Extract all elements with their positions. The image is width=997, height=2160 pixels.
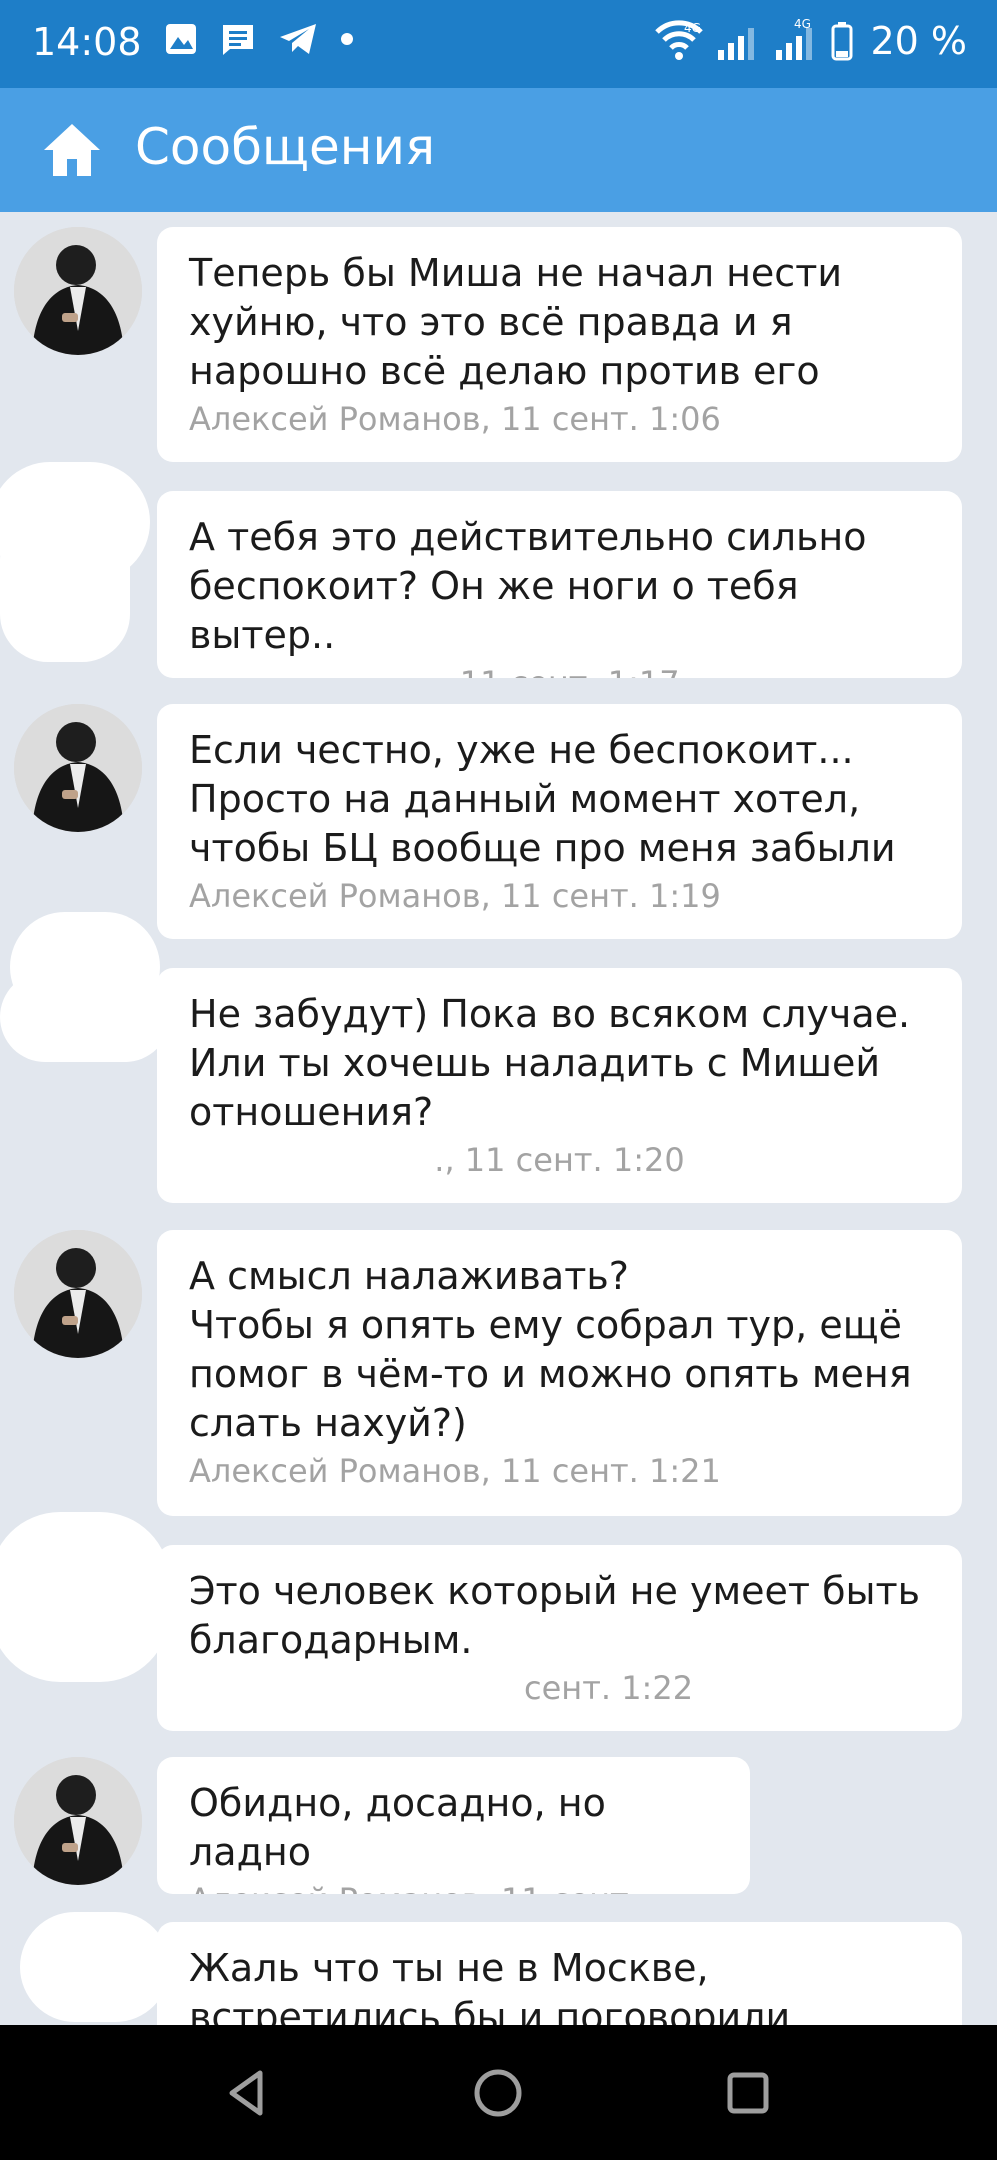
message-text: Это человек который не умеет быть благод… bbox=[189, 1569, 921, 1662]
message-bubble[interactable]: Обидно, досадно, но ладно Алексей Романо… bbox=[157, 1757, 750, 1894]
redaction bbox=[20, 1912, 170, 2022]
message-text: Обидно, досадно, но ладно bbox=[189, 1781, 606, 1874]
signal-icon: 4G bbox=[776, 18, 813, 60]
message-text: А тебя это действительно сильно беспокои… bbox=[189, 515, 867, 657]
avatar[interactable] bbox=[14, 704, 142, 832]
message-meta: Алексей Романов, 11 сент. 1:24 bbox=[189, 1881, 718, 1894]
message-meta: Алексей Романов, 11 сент. 1:19 bbox=[189, 877, 721, 915]
avatar[interactable] bbox=[14, 1230, 142, 1358]
status-bar: 14:08 4G 4G 20 % bbox=[0, 0, 997, 88]
message-bubble[interactable]: А смысл налаживать? Чтобы я опять ему со… bbox=[157, 1230, 962, 1516]
message-text: Теперь бы Миша не начал нести хуйню, что… bbox=[189, 251, 843, 393]
status-time: 14:08 bbox=[32, 20, 142, 64]
system-icons: 4G 4G 20 % bbox=[654, 18, 967, 64]
nav-bar bbox=[0, 2025, 997, 2160]
back-icon[interactable] bbox=[220, 2065, 276, 2121]
app-bar: Сообщения bbox=[0, 88, 997, 212]
message-text: Жаль что ты не в Москве, встретились бы … bbox=[189, 1946, 791, 2025]
message-meta: сент. 1:22 bbox=[524, 1669, 694, 1707]
message-bubble[interactable]: Если честно, уже не беспокоит... Просто … bbox=[157, 704, 962, 939]
message-icon bbox=[223, 25, 253, 55]
message-bubble[interactable]: Это человек который не умеет быть благод… bbox=[157, 1545, 962, 1731]
message-meta: Алексей Романов, 11 сент. 1:21 bbox=[189, 1452, 721, 1490]
gallery-icon bbox=[166, 24, 196, 54]
message-meta: , 11 сент. 1:17 bbox=[189, 664, 930, 678]
redaction bbox=[0, 1512, 170, 1682]
signal-icon bbox=[718, 28, 755, 60]
net-label-1: 4G bbox=[684, 21, 701, 35]
avatar[interactable] bbox=[14, 1757, 142, 1885]
home-icon[interactable] bbox=[40, 118, 104, 182]
message-meta: ., 11 сент. 1:20 bbox=[434, 1141, 685, 1179]
battery-icon bbox=[831, 22, 853, 61]
battery-percent: 20 % bbox=[870, 19, 967, 63]
message-bubble[interactable]: А тебя это действительно сильно беспокои… bbox=[157, 491, 962, 678]
message-bubble[interactable]: Жаль что ты не в Москве, встретились бы … bbox=[157, 1922, 962, 2025]
avatar[interactable] bbox=[14, 227, 142, 355]
message-list[interactable]: Теперь бы Миша не начал нести хуйню, что… bbox=[0, 212, 997, 2025]
telegram-icon bbox=[280, 24, 316, 54]
redaction bbox=[0, 512, 130, 662]
message-bubble[interactable]: Не забудут) Пока во всяком случае. Или т… bbox=[157, 968, 962, 1203]
message-meta: Алексей Романов, 11 сент. 1:06 bbox=[189, 400, 721, 438]
redaction bbox=[0, 972, 170, 1062]
message-bubble[interactable]: Теперь бы Миша не начал нести хуйню, что… bbox=[157, 227, 962, 462]
page-title: Сообщения bbox=[135, 118, 436, 176]
message-text: Если честно, уже не беспокоит... Просто … bbox=[189, 728, 896, 870]
message-text: А смысл налаживать? Чтобы я опять ему со… bbox=[189, 1254, 912, 1445]
dot-icon bbox=[341, 33, 353, 45]
notification-icons bbox=[164, 22, 354, 56]
message-text: Не забудут) Пока во всяком случае. Или т… bbox=[189, 992, 911, 1134]
recents-icon[interactable] bbox=[720, 2065, 776, 2121]
home-circle-icon[interactable] bbox=[470, 2065, 526, 2121]
wifi-icon: 4G bbox=[655, 20, 704, 60]
net-label-2: 4G bbox=[794, 18, 811, 31]
